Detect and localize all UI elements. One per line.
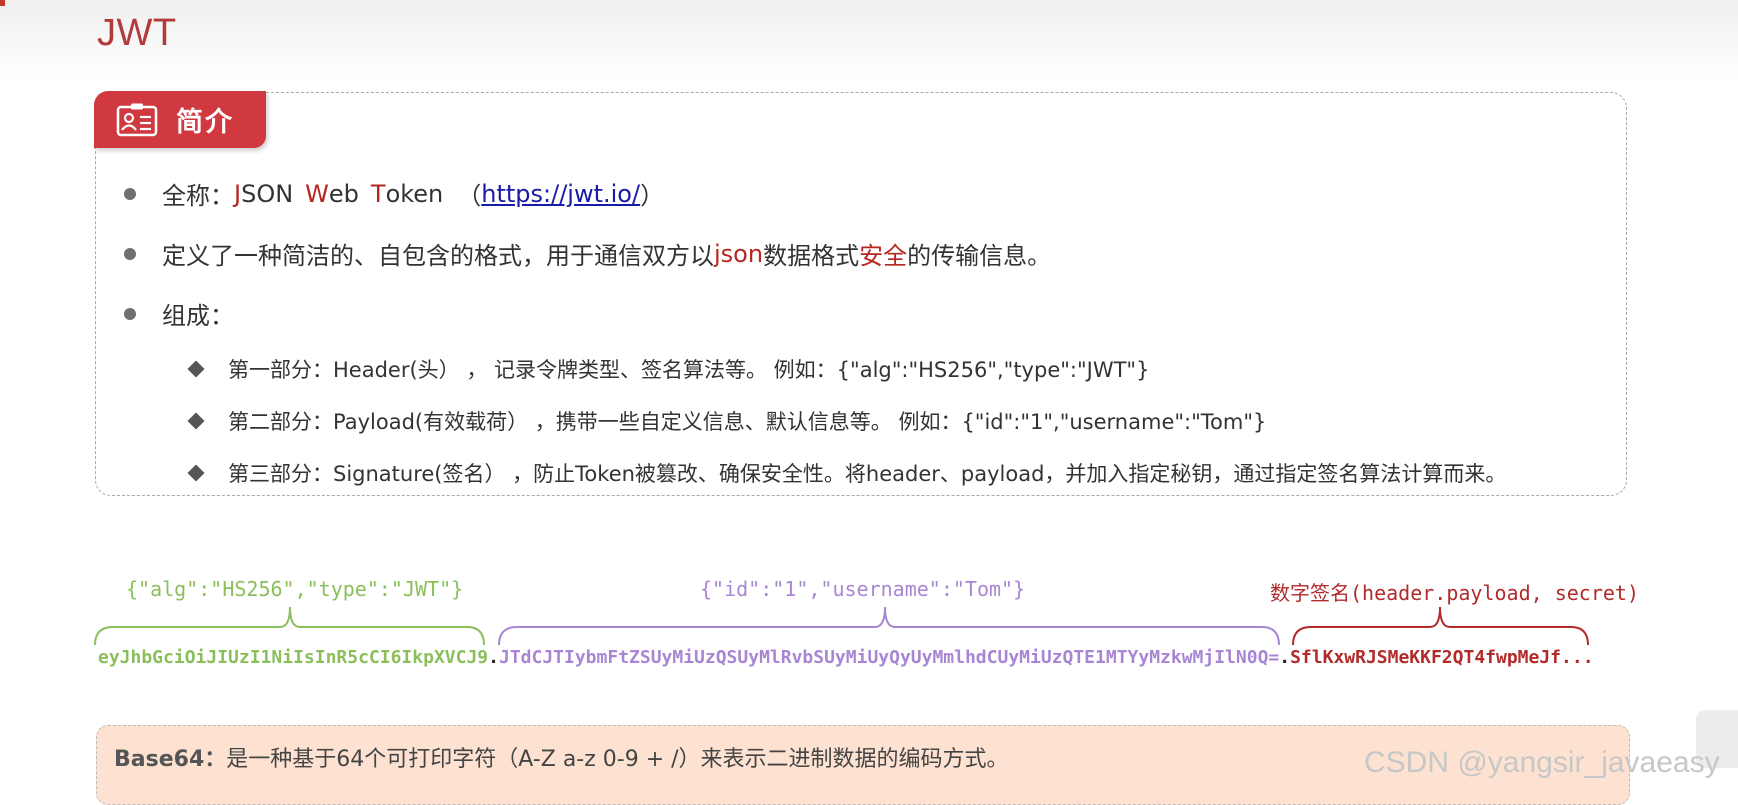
header-token: eyJhbGciOiJIUzI1NiIsInR5cCI6IkpXVCJ9 [98, 647, 489, 668]
watermark: CSDN @yangsir_javaeasy [1364, 746, 1720, 779]
header-brace [94, 606, 485, 646]
token-dot-1: . [488, 647, 499, 668]
jwt-token: eyJhbGciOiJIUzI1NiIsInR5cCI6IkpXVCJ9.JTd… [98, 647, 1594, 668]
payload-brace [498, 606, 1280, 646]
token-dot-2: . [1279, 647, 1291, 668]
payload-token: JTdCJTIybmFtZSUyMiUzQSUyMlRvbSUyMiUyQyUy… [498, 647, 1280, 668]
signature-token: SflKxwRJSMeKKF2QT4fwpMeJf... [1290, 647, 1594, 668]
brace-layer [94, 606, 1589, 646]
base64-note: Base64：是一种基于64个可打印字符（A-Z a-z 0-9 + /）来表示… [114, 741, 1009, 773]
base64-desc: 是一种基于64个可打印字符（A-Z a-z 0-9 + /）来表示二进制数据的编… [226, 747, 1009, 772]
base64-term: Base64： [114, 747, 227, 772]
signature-brace [1292, 606, 1589, 646]
